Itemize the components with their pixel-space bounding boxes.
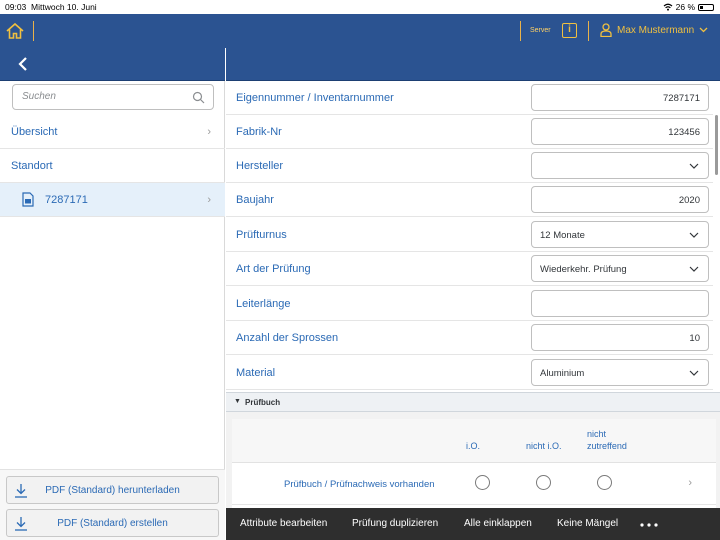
radio-nicht-io[interactable] bbox=[536, 475, 551, 490]
form-row-anzahl-sprossen: Anzahl der Sprossen 10 bbox=[226, 321, 713, 355]
form-row-hersteller: Hersteller bbox=[226, 149, 713, 183]
baujahr-input[interactable]: 2020 bbox=[531, 186, 709, 213]
form-row-fabrik-nr: Fabrik-Nr 123456 bbox=[226, 115, 713, 149]
field-value: 2020 bbox=[678, 195, 700, 206]
header-divider bbox=[588, 21, 589, 41]
header-divider bbox=[33, 21, 34, 41]
leiterlaenge-input[interactable] bbox=[531, 290, 709, 317]
form-row-baujahr: Baujahr 2020 bbox=[226, 183, 713, 217]
battery-percent: 26 % bbox=[675, 2, 695, 12]
pruefbuch-panel-header[interactable]: ▼ Prüfbuch bbox=[226, 392, 720, 412]
column-header-nicht-io: nicht i.O. bbox=[526, 441, 562, 451]
search-icon[interactable] bbox=[192, 91, 205, 104]
column-header-io: i.O. bbox=[466, 441, 481, 451]
table-header: i.O. nicht i.O. nicht zutreffend bbox=[232, 419, 716, 463]
anzahl-sprossen-input[interactable]: 10 bbox=[531, 324, 709, 351]
nav-item-uebersicht[interactable]: Übersicht › bbox=[0, 115, 225, 149]
fabrik-nr-input[interactable]: 123456 bbox=[531, 118, 709, 145]
chevron-right-icon: › bbox=[207, 194, 211, 206]
field-label: Hersteller bbox=[236, 160, 284, 172]
field-label: Prüfturnus bbox=[236, 229, 287, 241]
battery-icon bbox=[698, 3, 714, 11]
form-row-material: Material Aluminium bbox=[226, 356, 713, 390]
pdf-download-button[interactable]: PDF (Standard) herunterladen bbox=[6, 476, 219, 504]
field-value: 123456 bbox=[668, 127, 700, 138]
chevron-down-icon bbox=[689, 163, 699, 169]
chevron-down-icon bbox=[689, 232, 699, 238]
document-icon bbox=[22, 192, 34, 207]
eigennummer-input[interactable]: 7287171 bbox=[531, 84, 709, 111]
panel-title: Prüfbuch bbox=[245, 398, 281, 407]
status-right: 26 % bbox=[663, 2, 714, 12]
search-input[interactable] bbox=[22, 91, 187, 102]
field-value: 10 bbox=[689, 333, 700, 344]
pdf-create-label: PDF (Standard) erstellen bbox=[57, 518, 168, 529]
chevron-down-icon bbox=[699, 27, 708, 33]
nav-item-device[interactable]: 7287171 › bbox=[0, 183, 225, 217]
field-label: Material bbox=[236, 367, 276, 379]
chevron-down-icon bbox=[689, 370, 699, 376]
header-divider bbox=[520, 21, 521, 41]
edit-attributes-button[interactable]: Attribute bearbeiten bbox=[240, 518, 327, 529]
radio-io[interactable] bbox=[475, 475, 490, 490]
user-menu[interactable]: Max Mustermann bbox=[600, 23, 708, 37]
chevron-down-icon bbox=[689, 266, 699, 272]
shell-header: Server i Max Mustermann bbox=[0, 14, 720, 48]
form-row-prueftturnus: Prüfturnus 12 Monate bbox=[226, 218, 713, 252]
user-name: Max Mustermann bbox=[617, 24, 695, 36]
master-header bbox=[0, 48, 225, 81]
form-row-leiterlaenge: Leiterlänge bbox=[226, 287, 713, 321]
server-label[interactable]: Server bbox=[530, 27, 551, 34]
user-icon bbox=[600, 23, 612, 37]
field-label: Fabrik-Nr bbox=[236, 126, 282, 138]
back-icon[interactable] bbox=[15, 55, 31, 73]
pruefbuch-panel: i.O. nicht i.O. nicht zutreffend Prüfbuc… bbox=[226, 412, 720, 508]
chevron-right-icon: › bbox=[207, 126, 211, 138]
field-label: Eigennummer / Inventarnummer bbox=[236, 92, 394, 104]
wifi-icon bbox=[663, 3, 673, 11]
pdf-download-label: PDF (Standard) herunterladen bbox=[45, 485, 180, 496]
status-date: Mittwoch 10. Juni bbox=[31, 2, 97, 12]
prueftturnus-select[interactable]: 12 Monate bbox=[531, 221, 709, 248]
duplicate-test-button[interactable]: Prüfung duplizieren bbox=[352, 518, 438, 529]
field-value: 7287171 bbox=[663, 93, 700, 104]
art-der-pruefung-select[interactable]: Wiederkehr. Prüfung bbox=[531, 255, 709, 282]
no-defects-button[interactable]: Keine Mängel bbox=[557, 518, 618, 529]
field-label: Baujahr bbox=[236, 194, 274, 206]
field-value: Wiederkehr. Prüfung bbox=[540, 264, 627, 275]
nav-item-standort[interactable]: Standort bbox=[0, 149, 225, 183]
chevron-right-icon[interactable]: › bbox=[688, 477, 692, 489]
column-header-nicht-zutreffend-1: nicht bbox=[587, 429, 607, 439]
column-header-nicht-zutreffend-2: zutreffend bbox=[587, 441, 627, 451]
field-label: Leiterlänge bbox=[236, 298, 291, 310]
collapse-all-button[interactable]: Alle einklappen bbox=[464, 518, 532, 529]
more-icon[interactable] bbox=[640, 523, 658, 527]
info-icon[interactable]: i bbox=[562, 23, 577, 38]
form-row-eigennummer: Eigennummer / Inventarnummer 7287171 bbox=[226, 81, 713, 115]
hersteller-select[interactable] bbox=[531, 152, 709, 179]
home-icon[interactable] bbox=[5, 22, 25, 40]
footer-toolbar: Attribute bearbeiten Prüfung duplizieren… bbox=[226, 508, 720, 540]
field-label: Art der Prüfung bbox=[236, 263, 311, 275]
field-label: Anzahl der Sprossen bbox=[236, 332, 339, 344]
detail-header bbox=[226, 48, 720, 81]
pruefbuch-table: i.O. nicht i.O. nicht zutreffend Prüfbuc… bbox=[232, 419, 716, 508]
radio-nicht-zutreffend[interactable] bbox=[597, 475, 612, 490]
pdf-create-button[interactable]: PDF (Standard) erstellen bbox=[6, 509, 219, 537]
search-field[interactable] bbox=[12, 84, 214, 110]
status-time: 09:03 Mittwoch 10. Juni bbox=[5, 2, 97, 12]
collapse-triangle-icon[interactable]: ▼ bbox=[234, 398, 241, 405]
status-bar: 09:03 Mittwoch 10. Juni 26 % bbox=[0, 0, 720, 14]
field-value: 12 Monate bbox=[540, 230, 585, 241]
field-value: Aluminium bbox=[540, 368, 585, 379]
scrollbar-thumb[interactable] bbox=[715, 115, 718, 175]
nav-item-label: Übersicht bbox=[11, 126, 58, 138]
form-row-art-der-pruefung: Art der Prüfung Wiederkehr. Prüfung bbox=[226, 252, 713, 286]
nav-item-label: 7287171 bbox=[45, 194, 88, 206]
table-row[interactable]: Prüfbuch / Prüfnachweis vorhanden › bbox=[232, 463, 716, 505]
row-label: Prüfbuch / Prüfnachweis vorhanden bbox=[284, 479, 435, 490]
material-select[interactable]: Aluminium bbox=[531, 359, 709, 386]
nav-item-label: Standort bbox=[11, 160, 53, 172]
